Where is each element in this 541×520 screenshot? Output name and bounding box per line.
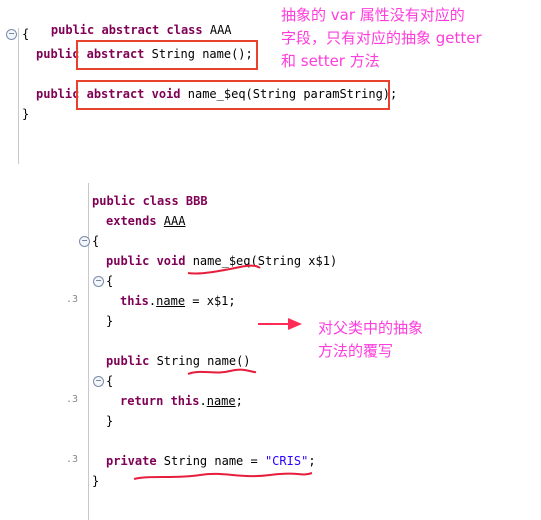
annotation-bottom-line-2: 方法的覆写 [318,342,394,360]
highlight-box-getter [76,40,258,70]
code-line-close-brace: } [22,107,30,121]
annotation-top-line-1: 抽象的 var 属性没有对应的 [281,6,465,24]
annotation-top-line-3: 和 setter 方法 [281,52,380,70]
fold-collapse-icon[interactable]: − [6,29,17,40]
underline-field [133,472,313,480]
code-line-open-brace: { [22,27,30,41]
gutter-line [18,28,19,164]
bottom-code-panel: public class BBB extends AAA − { public … [0,183,541,520]
annotation-bottom-line-1: 对父类中的抽象 [318,319,424,337]
highlight-box-setter [76,80,390,110]
top-code-panel: public abstract class AAA − { public abs… [0,0,541,165]
annotation-top: 抽象的 var 属性没有对应的 字段，只有对应的抽象 getter 和 sett… [281,4,482,73]
underline-marks [133,264,313,480]
code-line-class-decl: public abstract class AAA [50,23,232,37]
underline-getter [187,368,257,375]
underline-setter [187,264,261,275]
annotation-bottom: 对父类中的抽象 方法的覆写 [318,317,423,363]
annotation-top-line-2: 字段，只有对应的抽象 getter [281,29,482,47]
arrow-right-head [288,318,302,330]
